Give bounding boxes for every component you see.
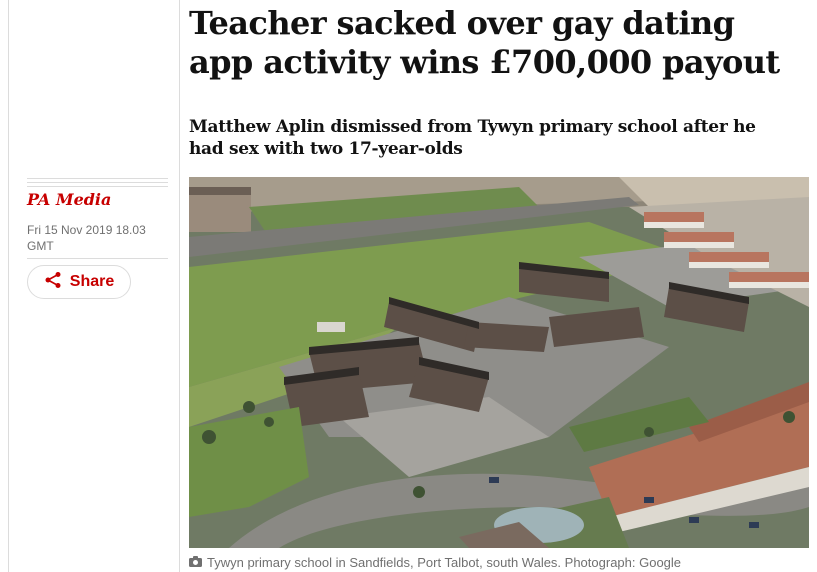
photo-caption: Tywyn primary school in Sandfields, Port… bbox=[189, 555, 809, 570]
share-icon bbox=[44, 271, 62, 293]
photo-caption-text: Tywyn primary school in Sandfields, Port… bbox=[207, 555, 682, 570]
byline-link[interactable]: PA Media bbox=[27, 190, 111, 209]
article-headline: Teacher sacked over gay dating app activ… bbox=[189, 4, 780, 81]
article-standfirst: Matthew Aplin dismissed from Tywyn prima… bbox=[189, 117, 756, 159]
camera-icon bbox=[189, 555, 202, 570]
meta-divider-lines bbox=[27, 178, 168, 187]
article-photo bbox=[189, 177, 809, 548]
left-column-rule bbox=[8, 0, 9, 572]
share-button-label: Share bbox=[69, 273, 115, 290]
meta-separator bbox=[27, 258, 168, 259]
share-button[interactable]: Share bbox=[27, 265, 131, 299]
meta-column-rule bbox=[179, 0, 180, 572]
publish-date: Fri 15 Nov 2019 18.03 GMT bbox=[27, 223, 146, 253]
